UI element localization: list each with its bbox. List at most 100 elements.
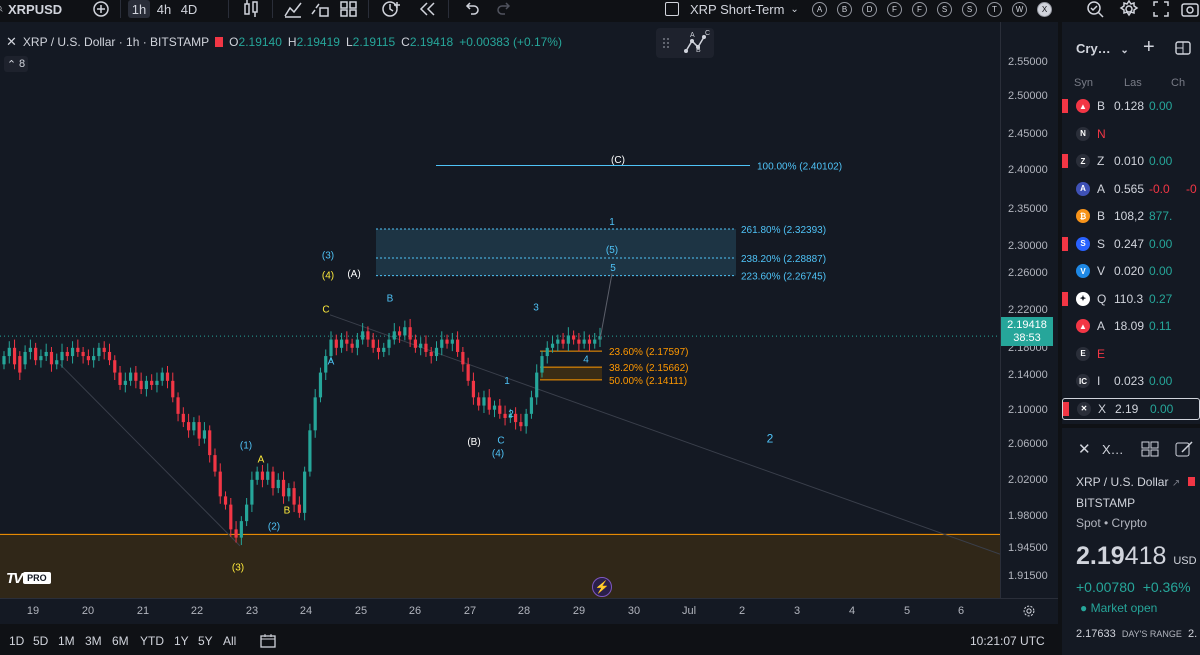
wave-label: (3) [322,251,334,262]
watchlist-title-dropdown[interactable]: Cry… ⌄ [1076,41,1129,56]
row-last: 2.19 [1115,401,1139,416]
interval-1h-button[interactable]: 1h [128,0,150,18]
candle-body [429,351,433,357]
fib-label: 100.00% (2.40102) [757,161,842,172]
range-button-3m[interactable]: 3M [85,634,102,648]
redo-icon[interactable] [494,0,516,18]
details-close-icon[interactable]: ✕ [1078,440,1091,458]
candle-body [150,380,154,385]
close-icon[interactable]: ✕ [6,34,17,50]
camera-icon[interactable] [1180,0,1200,18]
price-tick: 2.14000 [1008,369,1048,381]
range-button-6m[interactable]: 6M [112,634,129,648]
symbol-filter-s[interactable]: S [937,1,952,17]
candle-body [408,327,412,340]
indicators-icon[interactable] [282,0,304,18]
time-axis[interactable]: 19 20 21 22 23 24 25 26 27 28 29 30 Jul 2 3 4 5 6 [0,598,1058,624]
replay-icon[interactable] [416,0,438,18]
candle-body [382,347,386,352]
range-button-all[interactable]: All [223,634,236,648]
undo-icon[interactable] [460,0,482,18]
symbol-filter-t[interactable]: T [987,1,1002,17]
wave-label: 1 [609,217,615,228]
search-icon[interactable] [0,0,8,18]
details-layout-icon[interactable] [1140,440,1160,463]
go-to-date-icon[interactable] [258,633,278,652]
watchlist-row[interactable]: EE [1062,343,1200,365]
add-symbol-icon[interactable]: + [1143,36,1155,59]
watchlist-row[interactable]: ✕ X 2.19 0.00 [1062,397,1200,420]
indicators-collapse-button[interactable]: ⌃ 8 [4,56,28,72]
flag-icon [1063,401,1069,416]
range-button-1d[interactable]: 1D [9,634,24,648]
edit-note-icon[interactable] [1174,440,1194,463]
symbol-filter-d[interactable]: D [862,1,877,17]
symbol-label: XRPUSD [8,1,63,17]
layout-name-dropdown[interactable]: XRP Short-Term ⌄ [690,0,810,18]
watchlist-row[interactable]: A A 0.565 -0.0 -0 [1062,178,1200,200]
symbol-filter-a[interactable]: A [812,1,827,17]
range-button-5y[interactable]: 5Y [198,634,213,648]
watchlist-row[interactable]: IC I 0.023 0.00 [1062,370,1200,392]
object-tree-search-icon[interactable] [1084,0,1106,18]
tradingview-logo[interactable]: TV PRO [6,570,51,587]
symbol-filter-w[interactable]: W [1012,1,1027,17]
fullscreen-icon[interactable] [1150,0,1172,18]
lightning-icon[interactable]: ⚡ [592,577,612,597]
compare-symbol-button[interactable] [90,0,112,18]
symbol-filter-f[interactable]: F [887,1,902,17]
layout-checkbox[interactable] [664,0,680,18]
elliott-abc-tool[interactable]: A B C [656,28,714,58]
details-name-link[interactable]: XRP / U.S. Dollar ↗ [1076,475,1195,489]
symbol-filter-f[interactable]: F [912,1,927,17]
details-change: +0.00780 +0.36% [1076,579,1191,595]
range-button-ytd[interactable]: YTD [140,634,164,648]
range-button-1y[interactable]: 1Y [174,634,189,648]
watchlist-row[interactable]: NN [1062,123,1200,145]
current-price: 2.19418 [1007,319,1047,331]
chart-canvas[interactable]: 100.00% (2.40102)261.80% (2.32393)238.20… [0,22,1000,598]
symbol-filter-b[interactable]: B [837,1,852,17]
row-change: -0.0 [1149,181,1170,196]
candle-body [139,380,143,390]
row-change: 877. [1149,209,1173,223]
range-button-1m[interactable]: 1M [58,634,75,648]
price-axis[interactable]: 2.55000 2.50000 2.45000 2.40000 2.35000 2.300… [1000,22,1058,598]
candle-body [245,504,249,522]
symbol-filter-s[interactable]: S [962,1,977,17]
watchlist-row[interactable]: V V 0.020 0.00 [1062,260,1200,282]
watchlist-row[interactable]: Z Z 0.010 0.00 [1062,150,1200,172]
range-button-5d[interactable]: 5D [33,634,48,648]
watchlist-row[interactable]: ₿ B 108,2 877. [1062,205,1200,227]
symbol-search-button[interactable]: XRPUSD [8,0,72,18]
price-tick: 1.91500 [1008,570,1048,582]
layouts-grid-icon[interactable] [338,0,360,18]
column-symbol[interactable]: Syn [1074,77,1093,89]
layout-name: XRP Short-Term [690,1,785,17]
candles-icon[interactable] [240,0,262,18]
candle-body [239,521,243,538]
flag-icon[interactable] [215,37,224,47]
column-change[interactable]: Ch [1171,77,1185,89]
watchlist-row[interactable]: ▲ B 0.128 0.00 [1062,95,1200,117]
candle-body [65,351,69,357]
alert-clock-icon[interactable] [380,0,402,18]
settings-gear-icon[interactable] [1118,0,1140,18]
watchlist-row[interactable]: ✦ Q 110.3 0.27 [1062,288,1200,310]
symbol-filter-x[interactable]: X [1037,1,1052,17]
price-chart[interactable]: 100.00% (2.40102) 261.80% (2.32393) 238.20… [0,22,1000,598]
interval-4h-button[interactable]: 4h [153,0,175,18]
column-last[interactable]: Las [1124,77,1142,89]
row-last: 0.565 [1114,181,1144,196]
watchlist-row[interactable]: S S 0.247 0.00 [1062,233,1200,255]
flag-icon [1062,291,1068,306]
watchlist-row[interactable]: ▲ A 18.09 0.11 [1062,315,1200,337]
chart-settings-gear-icon[interactable] [1022,604,1036,623]
interval-4d-button[interactable]: 4D [178,0,200,18]
indicator-templates-icon[interactable] [310,0,332,18]
utc-clock[interactable]: 10:21:07 UTC [970,634,1045,648]
watchlist-layout-icon[interactable] [1174,40,1192,61]
candle-body [392,331,396,340]
candle-body [366,331,370,340]
wave-label: 1 [504,376,510,387]
